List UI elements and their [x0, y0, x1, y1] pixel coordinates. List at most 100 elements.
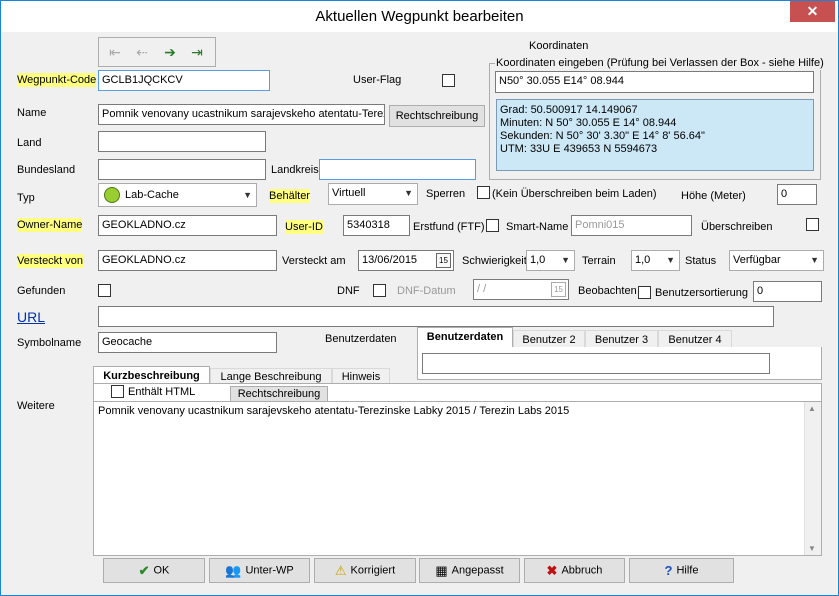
close-button[interactable]: ✕ — [790, 1, 835, 22]
benutzerdaten-input[interactable] — [422, 353, 770, 374]
url-input[interactable] — [98, 306, 774, 327]
coordinates-info: Grad: 50.500917 14.149067 Minuten: N 50°… — [496, 99, 814, 171]
landkreis-label: Landkreis — [271, 164, 319, 176]
description-toolbar — [93, 383, 822, 403]
behaelter-value: Virtuell — [332, 187, 366, 199]
no-overwrite-label: (Kein Überschreiben beim Laden) — [492, 188, 657, 200]
behaelter-select[interactable]: Virtuell ▼ — [328, 183, 418, 205]
gefunden-checkbox[interactable] — [98, 284, 111, 297]
scroll-up-icon[interactable]: ▲ — [808, 404, 816, 413]
status-label: Status — [685, 255, 717, 267]
versteckt-am-label: Versteckt am — [282, 255, 346, 267]
land-label: Land — [17, 137, 42, 149]
checkmark-icon: ✔ — [138, 563, 150, 578]
bundesland-input[interactable] — [98, 159, 266, 180]
user-id-input[interactable]: 5340318 — [343, 215, 410, 236]
waypoint-code-label: Wegpunkt-Code — [17, 73, 97, 87]
terrain-value: 1,0 — [635, 254, 651, 266]
erstfund-checkbox[interactable] — [486, 219, 499, 232]
schwierigkeit-value: 1,0 — [530, 254, 546, 266]
user-flag-checkbox[interactable] — [442, 74, 455, 87]
chevron-down-icon: ▼ — [810, 255, 819, 265]
first-waypoint-icon[interactable]: ⇤ — [103, 40, 127, 64]
chevron-down-icon: ▼ — [561, 255, 570, 265]
hilfe-button[interactable]: ? Hilfe — [629, 558, 734, 583]
dnf-datum-input[interactable]: / / 15 — [473, 279, 569, 300]
landkreis-input[interactable] — [319, 159, 476, 180]
coord-minuten: Minuten: N 50° 30.055 E 14° 08.944 — [500, 117, 677, 129]
versteckt-von-input[interactable]: GEOKLADNO.cz — [98, 250, 277, 271]
weitere-label: Weitere — [17, 400, 55, 412]
typ-select[interactable]: Lab-Cache ▼ — [98, 183, 257, 207]
benutzersortierung-label: Benutzersortierung — [655, 287, 748, 299]
unter-wp-button[interactable]: 👥 Unter-WP — [209, 558, 310, 583]
unter-wp-label: Unter-WP — [245, 564, 294, 577]
angepasst-button[interactable]: ▦ Angepasst — [419, 558, 520, 583]
beobachten-checkbox[interactable] — [638, 286, 651, 299]
dnf-checkbox[interactable] — [373, 284, 386, 297]
coordinates-group-title: Koordinaten eingeben (Prüfung bei Verlas… — [495, 56, 825, 70]
symbolname-label: Symbolname — [17, 337, 82, 349]
dnf-datum-value: / / — [477, 283, 487, 295]
korrigiert-button[interactable]: ⚠ Korrigiert — [314, 558, 416, 583]
beobachten-label: Beobachten — [578, 285, 637, 297]
ueberschreiben-label: Überschreiben — [701, 221, 773, 233]
grid-icon: ▦ — [435, 563, 448, 578]
dnf-label: DNF — [337, 285, 360, 297]
schwierigkeit-select[interactable]: 1,0 ▼ — [526, 250, 575, 271]
coord-utm: UTM: 33U E 439653 N 5594673 — [500, 143, 658, 155]
people-icon: 👥 — [225, 563, 242, 578]
scroll-down-icon[interactable]: ▼ — [808, 544, 816, 553]
prev-waypoint-icon[interactable]: ⇠ — [130, 40, 154, 64]
coordinates-input[interactable]: N50° 30.055 E14° 08.944 — [495, 71, 814, 93]
symbolname-input[interactable]: Geocache — [98, 332, 277, 353]
enthaelt-html-checkbox[interactable] — [111, 385, 124, 398]
hoehe-label: Höhe (Meter) — [681, 190, 746, 202]
title-bar[interactable]: Aktuellen Wegpunkt bearbeiten ✕ — [1, 1, 838, 32]
status-select[interactable]: Verfügbar ▼ — [729, 250, 824, 271]
waypoint-code-input[interactable]: GCLB1JQCKCV — [98, 70, 270, 91]
versteckt-am-input[interactable]: 13/06/2015 15 — [358, 250, 454, 271]
name-label: Name — [17, 107, 47, 119]
angepasst-label: Angepasst — [451, 564, 504, 577]
calendar-icon[interactable]: 15 — [551, 282, 566, 297]
behaelter-label: Behälter — [269, 189, 310, 203]
user-flag-label: User-Flag — [353, 74, 402, 86]
hilfe-label: Hilfe — [676, 564, 699, 577]
dnf-datum-label: DNF-Datum — [397, 285, 456, 297]
sperren-checkbox[interactable] — [477, 186, 490, 199]
benutzersortierung-input[interactable]: 0 — [753, 281, 822, 302]
owner-name-input[interactable]: GEOKLADNO.cz — [98, 215, 277, 236]
gefunden-label: Gefunden — [17, 285, 66, 297]
description-memo[interactable]: Pomnik venovany ucastnikum sarajevskeho … — [93, 401, 822, 556]
spellcheck-description-button[interactable]: Rechtschreibung — [230, 386, 328, 402]
schwierigkeit-label: Schwierigkeit — [462, 255, 527, 267]
cross-icon: ✖ — [546, 563, 558, 578]
close-icon: ✕ — [806, 3, 819, 19]
terrain-select[interactable]: 1,0 ▼ — [631, 250, 680, 271]
url-link[interactable]: URL — [17, 309, 45, 325]
erstfund-label: Erstfund (FTF) — [413, 221, 485, 233]
nav-toolbar: ⇤ ⇠ ➔ ⇥ — [98, 37, 216, 67]
land-input[interactable] — [98, 131, 266, 152]
abbruch-label: Abbruch — [561, 564, 603, 577]
dialog-window: Aktuellen Wegpunkt bearbeiten ✕ ⇤ ⇠ ➔ ⇥ … — [0, 0, 839, 596]
calendar-icon[interactable]: 15 — [436, 253, 451, 268]
last-waypoint-icon[interactable]: ⇥ — [185, 40, 209, 64]
ok-label: OK — [153, 564, 170, 577]
smart-name-input[interactable]: Pomni015 — [571, 215, 692, 236]
bundesland-label: Bundesland — [17, 164, 76, 176]
name-input[interactable]: Pomnik venovany ucastnikum sarajevskeho … — [98, 104, 385, 125]
versteckt-am-value: 13/06/2015 — [362, 254, 418, 266]
ueberschreiben-checkbox[interactable] — [806, 218, 819, 231]
help-icon: ? — [664, 563, 673, 578]
coord-grad: Grad: 50.500917 14.149067 — [500, 104, 638, 116]
next-waypoint-icon[interactable]: ➔ — [158, 40, 182, 64]
abbruch-button[interactable]: ✖ Abbruch — [524, 558, 625, 583]
typ-value: Lab-Cache — [125, 189, 179, 201]
description-scrollbar[interactable]: ▲ ▼ — [804, 402, 821, 555]
spellcheck-button[interactable]: Rechtschreibung — [389, 105, 485, 127]
ok-button[interactable]: ✔ OK — [103, 558, 205, 583]
hoehe-input[interactable]: 0 — [777, 184, 817, 205]
chevron-down-icon: ▼ — [404, 188, 413, 198]
